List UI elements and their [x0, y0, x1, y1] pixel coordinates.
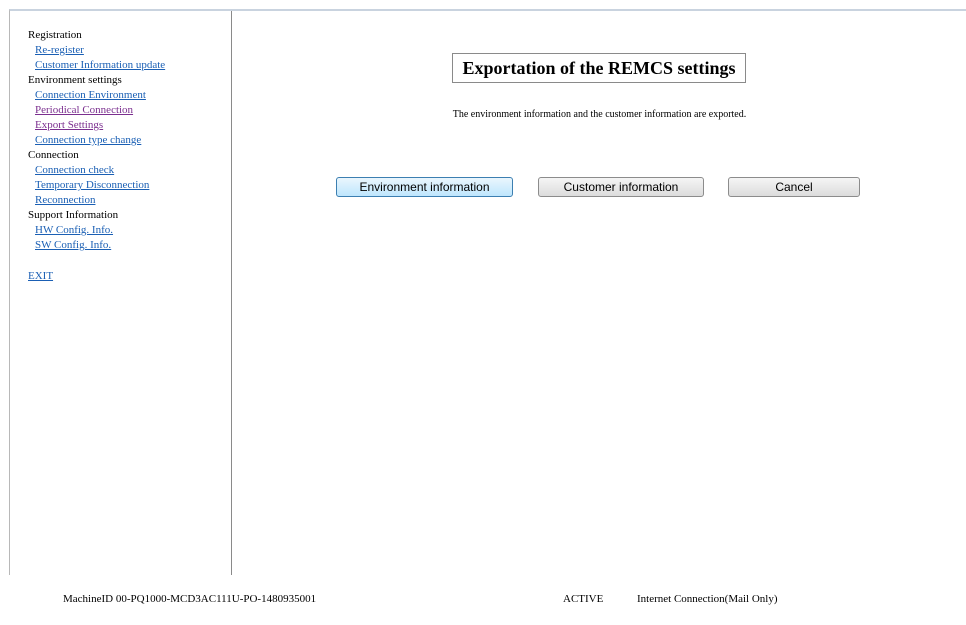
nav-link-temporary-disconnection[interactable]: Temporary Disconnection	[28, 178, 231, 193]
nav-link-connection-check[interactable]: Connection check	[28, 163, 231, 178]
nav-link-hw-config-info[interactable]: HW Config. Info.	[28, 223, 231, 238]
nav-link-connection-type-change[interactable]: Connection type change	[28, 133, 231, 148]
nav-link-connection-environment[interactable]: Connection Environment	[28, 88, 231, 103]
nav-list: Registration Re-register Customer Informat…	[28, 28, 231, 284]
page-description: The environment information and the cust…	[452, 109, 747, 120]
exit-link[interactable]: EXIT	[28, 269, 231, 284]
main-content: Exportation of the REMCS settings The en…	[233, 11, 966, 575]
nav-link-reconnection[interactable]: Reconnection	[28, 193, 231, 208]
page-title: Exportation of the REMCS settings	[452, 53, 746, 83]
cancel-button[interactable]: Cancel	[728, 177, 860, 197]
nav-link-export-settings[interactable]: Export Settings	[28, 118, 231, 133]
nav-link-customer-information-update[interactable]: Customer Information update	[28, 58, 231, 73]
environment-information-button[interactable]: Environment information	[336, 177, 513, 197]
section-heading-environment-settings: Environment settings	[28, 74, 122, 86]
machine-id: MachineID 00-PQ1000-MCD3AC111U-PO-148093…	[63, 593, 317, 605]
section-heading-support-information: Support Information	[28, 209, 119, 221]
connection-type: Internet Connection(Mail Only)	[637, 593, 778, 605]
nav-spacer	[28, 253, 231, 269]
section-heading-connection: Connection	[28, 149, 79, 161]
customer-information-button[interactable]: Customer information	[538, 177, 704, 197]
section-heading-registration: Registration	[28, 29, 82, 41]
nav-link-periodical-connection[interactable]: Periodical Connection	[28, 103, 231, 118]
nav-link-sw-config-info[interactable]: SW Config. Info.	[28, 238, 231, 253]
sidebar-nav: Registration Re-register Customer Informat…	[10, 11, 232, 575]
status-bar: MachineID 00-PQ1000-MCD3AC111U-PO-148093…	[0, 577, 966, 625]
status-state: ACTIVE	[563, 593, 604, 605]
nav-link-re-register[interactable]: Re-register	[28, 43, 231, 58]
